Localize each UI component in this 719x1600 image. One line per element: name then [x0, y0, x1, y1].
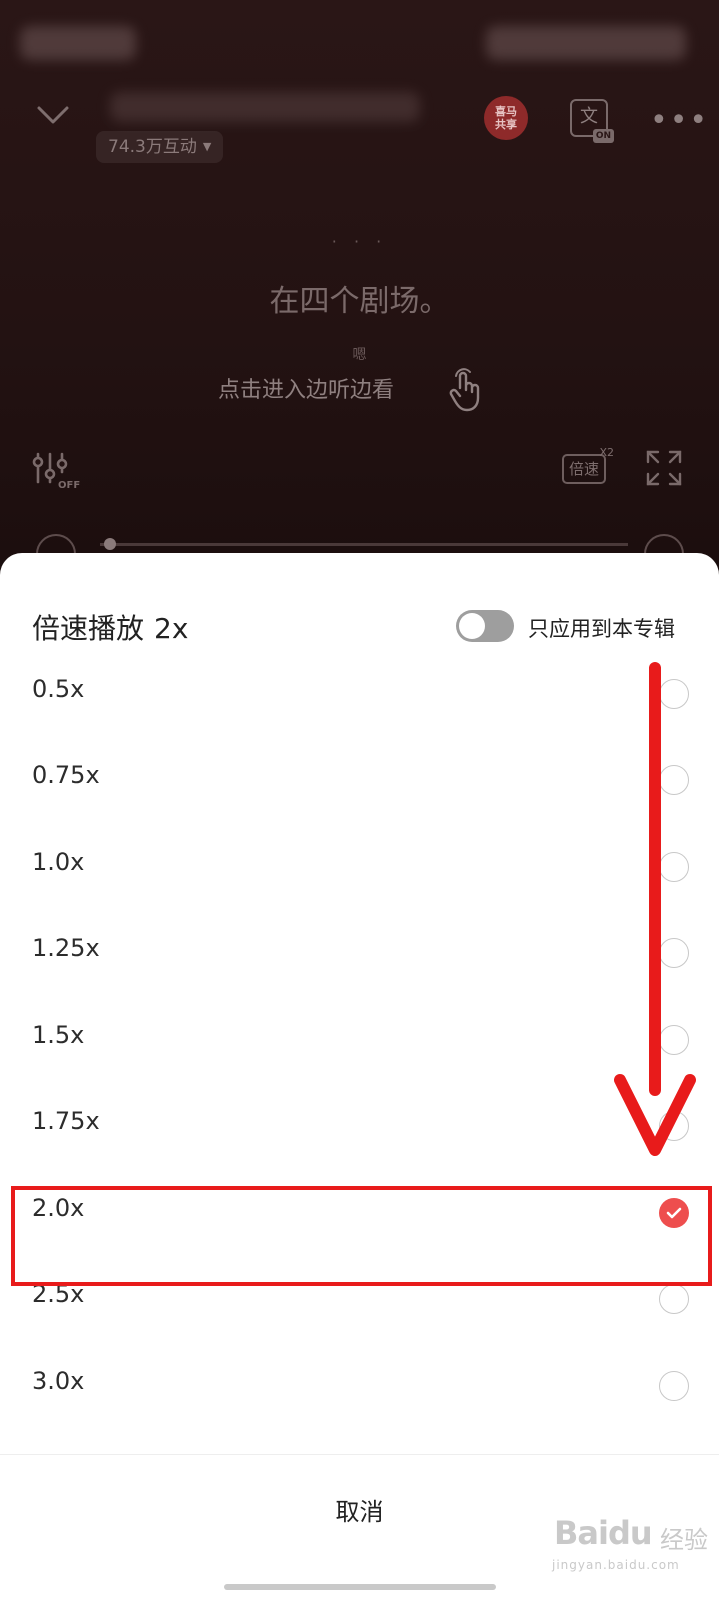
fullscreen-icon[interactable] [646, 450, 682, 486]
interaction-count: 74.3万互动 [108, 137, 197, 157]
current-speed-value: 2x [154, 612, 189, 645]
watermark-url: jingyan.baidu.com [552, 1558, 680, 1572]
equalizer-off-icon[interactable]: OFF [32, 452, 82, 492]
selected-option-highlight-annotation [11, 1186, 712, 1286]
lyric-sub-line: 嗯 [352, 347, 367, 363]
speed-option-label: 1.75x [32, 1107, 100, 1135]
enter-watch-hint[interactable]: 点击进入边听边看 [218, 372, 394, 404]
text-mode-icon[interactable]: 文 ON [570, 99, 614, 143]
watermark-cn: 经验 [660, 1526, 708, 1554]
radio-unchecked-icon[interactable] [659, 1371, 689, 1401]
watermark-logo: Baidu [554, 1514, 653, 1552]
text-mode-glyph: 文 [580, 106, 598, 127]
sheet-title: 倍速播放 2x [32, 607, 188, 647]
baidu-watermark: Baidu 经验 jingyan.baidu.com [548, 1500, 708, 1580]
lyric-line: 在四个剧场。 [269, 284, 450, 319]
apply-to-album-toggle[interactable] [456, 610, 514, 642]
text-mode-state: ON [592, 129, 614, 143]
radio-unchecked-icon[interactable] [659, 1284, 689, 1314]
collapse-chevron-icon[interactable] [36, 104, 70, 126]
sheet-title-text: 倍速播放 [32, 612, 145, 645]
speed-option-label: 0.5x [32, 675, 85, 703]
lyric-dots: · · · [331, 232, 388, 251]
progress-track[interactable] [100, 543, 628, 546]
more-icon[interactable]: ••• [650, 103, 709, 138]
home-indicator[interactable] [224, 1584, 496, 1590]
dropdown-triangle-icon: ▼ [202, 140, 212, 153]
speed-option-label: 1.0x [32, 848, 85, 876]
interaction-count-chip[interactable]: 74.3万互动 ▼ [96, 131, 224, 163]
speed-badge: X2 [599, 446, 614, 459]
red-down-arrow-annotation [614, 662, 696, 1156]
speed-option-label: 1.5x [32, 1021, 85, 1049]
speed-button[interactable]: 倍速 X2 [562, 446, 614, 484]
blurred-title [110, 92, 420, 122]
svg-text:OFF: OFF [58, 480, 80, 491]
progress-knob[interactable] [104, 538, 116, 550]
apply-to-album-label: 只应用到本专辑 [528, 617, 675, 641]
blurred-status-right [486, 26, 686, 60]
speed-option-label: 3.0x [32, 1367, 85, 1395]
speed-button-label: 倍速 [568, 460, 599, 478]
speed-option-label: 1.25x [32, 934, 100, 962]
speed-option-label: 0.75x [32, 761, 100, 789]
speed-option-3.0x[interactable]: 3.0x [0, 1341, 719, 1429]
toggle-knob [459, 613, 485, 639]
share-badge-icon[interactable]: 喜马 共享 [484, 96, 528, 140]
player-background: 74.3万互动 ▼ 喜马 共享 文 ON ••• · · · 在四个剧场。 嗯 点击… [0, 0, 719, 560]
blurred-status-left [20, 26, 136, 60]
tap-hand-icon [449, 368, 480, 412]
